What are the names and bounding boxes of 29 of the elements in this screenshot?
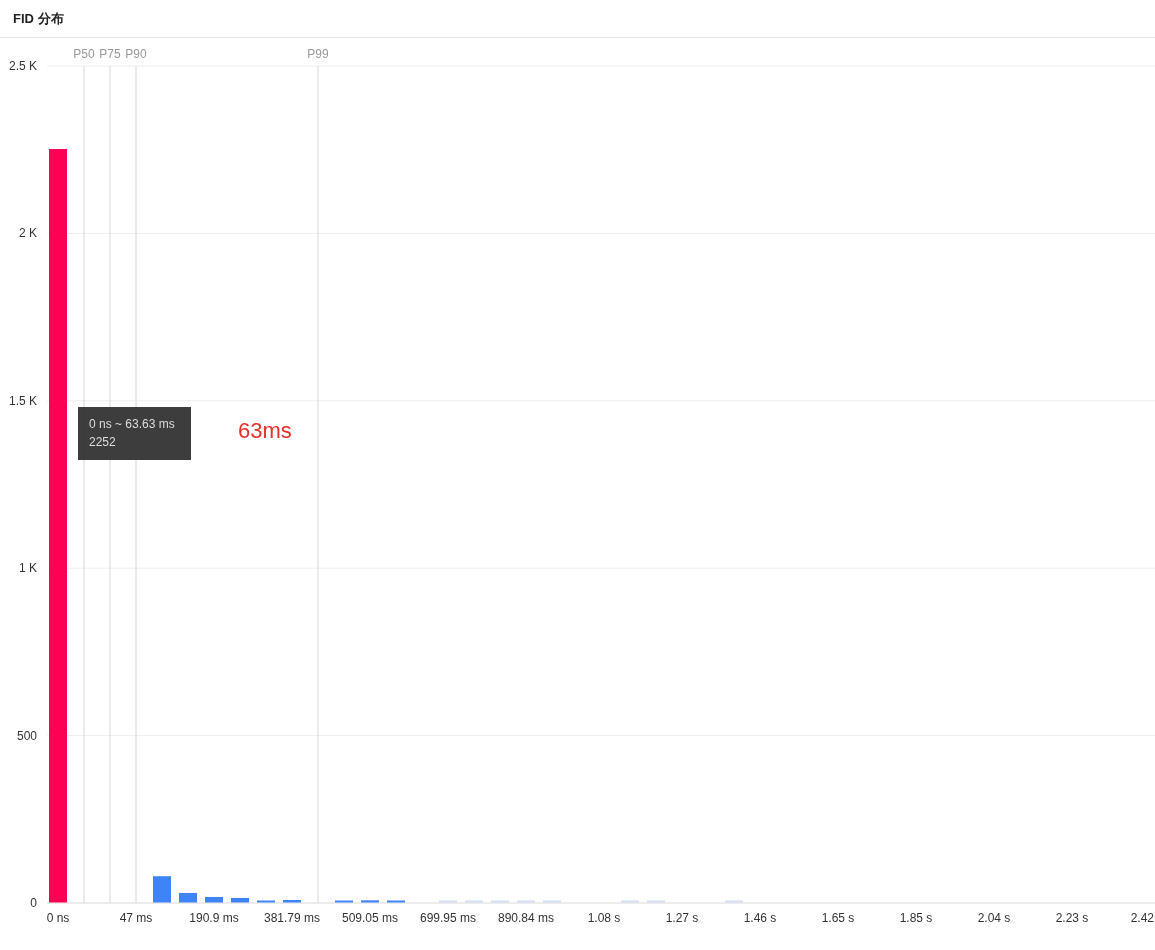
x-axis-label: 2.23 s <box>1055 911 1089 925</box>
x-axis-label: 2.04 s <box>977 911 1011 925</box>
x-axis-label: 1.46 s <box>743 911 777 925</box>
x-axis-label: 2.42 <box>1130 911 1154 925</box>
tooltip-range: 0 ns ~ 63.63 ms <box>89 416 176 433</box>
x-axis-label: 190.9 ms <box>189 911 239 925</box>
x-axis-label: 47 ms <box>119 911 153 925</box>
y-axis-label: 1.5 K <box>8 393 37 408</box>
percentile-label: P75 <box>99 47 121 61</box>
percentile-label: P90 <box>125 47 147 61</box>
x-axis-label: 699.95 ms <box>420 911 476 925</box>
y-axis-label: 2 K <box>19 226 37 241</box>
x-axis-label: 509.05 ms <box>342 911 398 925</box>
x-axis-label: 1.85 s <box>899 911 933 925</box>
percentile-label: P99 <box>307 47 329 61</box>
x-axis-label: 0 ns <box>46 911 70 925</box>
percentile-label: P50 <box>73 47 95 61</box>
annotation-text: 63ms <box>238 417 292 445</box>
tooltip-count: 2252 <box>89 434 117 451</box>
x-axis-label: 890.84 ms <box>498 911 554 925</box>
x-axis-label: 1.08 s <box>587 911 621 925</box>
y-axis-label: 1 K <box>19 561 37 576</box>
panel-title: FID 分布 <box>13 9 64 28</box>
x-axis-label: 1.27 s <box>665 911 699 925</box>
x-axis-label: 1.65 s <box>821 911 855 925</box>
y-axis-label: 0 <box>30 896 37 910</box>
y-axis-label: 500 <box>16 728 37 743</box>
y-axis-label: 2.5 K <box>8 59 37 73</box>
x-axis-label: 381.79 ms <box>264 911 320 925</box>
